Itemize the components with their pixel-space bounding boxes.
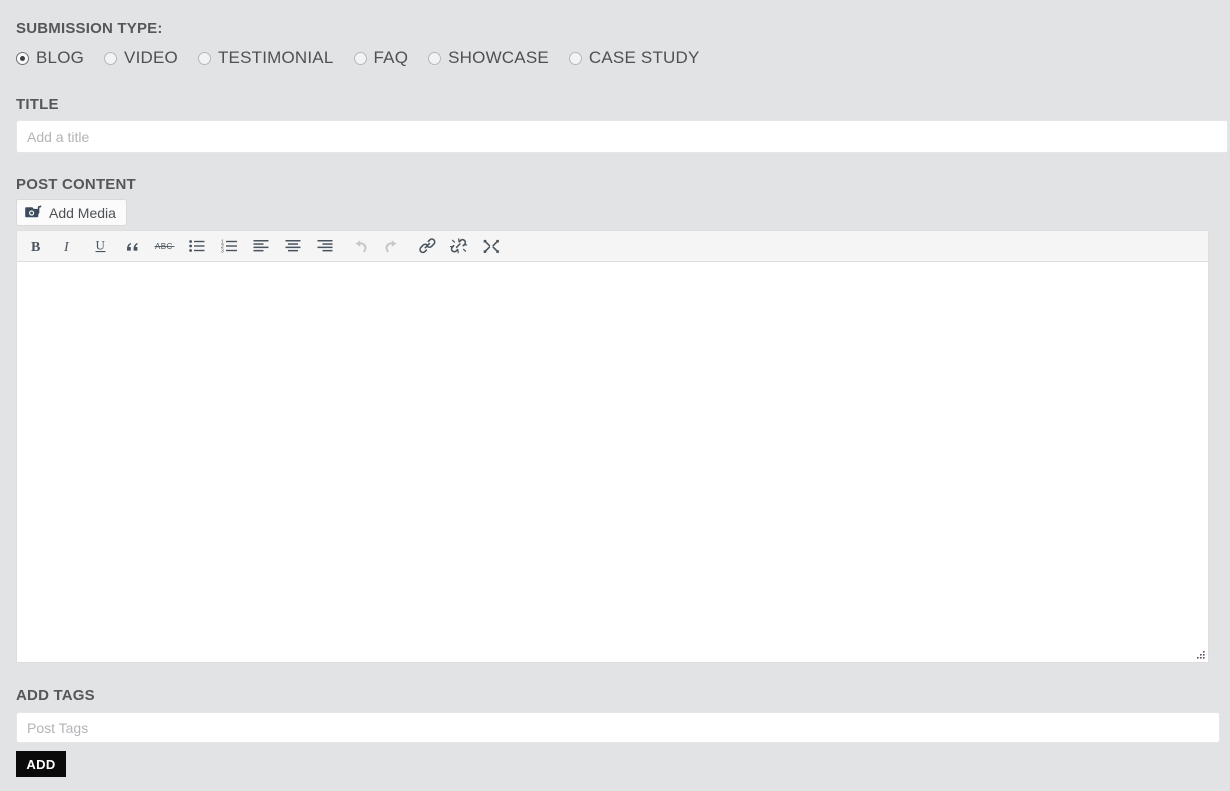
- submission-form: SUBMISSION TYPE: BLOG VIDEO TESTIMONIAL …: [0, 0, 1230, 791]
- radio-option-video[interactable]: VIDEO: [104, 48, 178, 68]
- fullscreen-icon[interactable]: [475, 233, 507, 260]
- radio-label: CASE STUDY: [588, 48, 700, 67]
- undo-icon[interactable]: [344, 233, 376, 260]
- radio-label: BLOG: [36, 48, 85, 67]
- radio-option-faq[interactable]: FAQ: [353, 48, 409, 68]
- redo-icon[interactable]: [376, 233, 408, 260]
- radio-label: FAQ: [373, 48, 409, 67]
- radio-button-icon[interactable]: [353, 51, 367, 65]
- numbered-list-icon[interactable]: 1 2 3: [213, 233, 245, 260]
- submission-type-label: SUBMISSION TYPE:: [16, 20, 163, 37]
- link-icon[interactable]: [411, 233, 443, 260]
- editor-content-area[interactable]: [17, 262, 1208, 662]
- radio-option-testimonial[interactable]: TESTIMONIAL: [197, 48, 334, 68]
- align-right-icon[interactable]: [309, 233, 341, 260]
- editor-toolbar: B I U ABC 1 2 3: [17, 231, 1208, 262]
- svg-text:I: I: [63, 240, 70, 254]
- radio-label: TESTIMONIAL: [217, 48, 334, 67]
- submission-type-radio-row: BLOG VIDEO TESTIMONIAL FAQ SHOWCASE CASE…: [16, 48, 700, 68]
- underline-icon[interactable]: U: [85, 233, 117, 260]
- align-left-icon[interactable]: [245, 233, 277, 260]
- radio-label: VIDEO: [124, 48, 178, 67]
- blockquote-icon[interactable]: [117, 233, 149, 260]
- add-media-label: Add Media: [49, 204, 116, 221]
- add-tags-label: ADD TAGS: [16, 687, 95, 704]
- radio-option-blog[interactable]: BLOG: [16, 48, 84, 68]
- post-content-editor: B I U ABC 1 2 3: [16, 230, 1209, 663]
- radio-option-showcase[interactable]: SHOWCASE: [428, 48, 549, 68]
- svg-text:U: U: [96, 238, 106, 253]
- editor-resize-handle[interactable]: [1195, 649, 1206, 660]
- align-center-icon[interactable]: [277, 233, 309, 260]
- radio-button-icon[interactable]: [568, 51, 582, 65]
- italic-icon[interactable]: I: [53, 233, 85, 260]
- radio-button-icon[interactable]: [16, 51, 29, 65]
- radio-button-icon[interactable]: [197, 51, 211, 65]
- radio-label: SHOWCASE: [448, 48, 549, 67]
- add-media-icon: [25, 205, 42, 220]
- submission-type-group: SUBMISSION TYPE:: [16, 21, 163, 36]
- title-label: TITLE: [16, 96, 59, 113]
- radio-option-case-study[interactable]: CASE STUDY: [568, 48, 700, 68]
- radio-button-icon[interactable]: [104, 51, 118, 65]
- svg-text:B: B: [31, 240, 40, 254]
- add-media-button[interactable]: Add Media: [16, 199, 127, 226]
- post-content-label: POST CONTENT: [16, 176, 136, 193]
- strikethrough-icon[interactable]: ABC: [149, 233, 181, 260]
- bold-icon[interactable]: B: [21, 233, 53, 260]
- title-input[interactable]: [16, 120, 1228, 153]
- bullet-list-icon[interactable]: [181, 233, 213, 260]
- unlink-icon[interactable]: [443, 233, 475, 260]
- svg-text:3: 3: [221, 249, 224, 253]
- radio-button-icon[interactable]: [428, 51, 442, 65]
- post-tags-input[interactable]: [16, 712, 1220, 743]
- add-tag-button[interactable]: ADD: [16, 751, 66, 777]
